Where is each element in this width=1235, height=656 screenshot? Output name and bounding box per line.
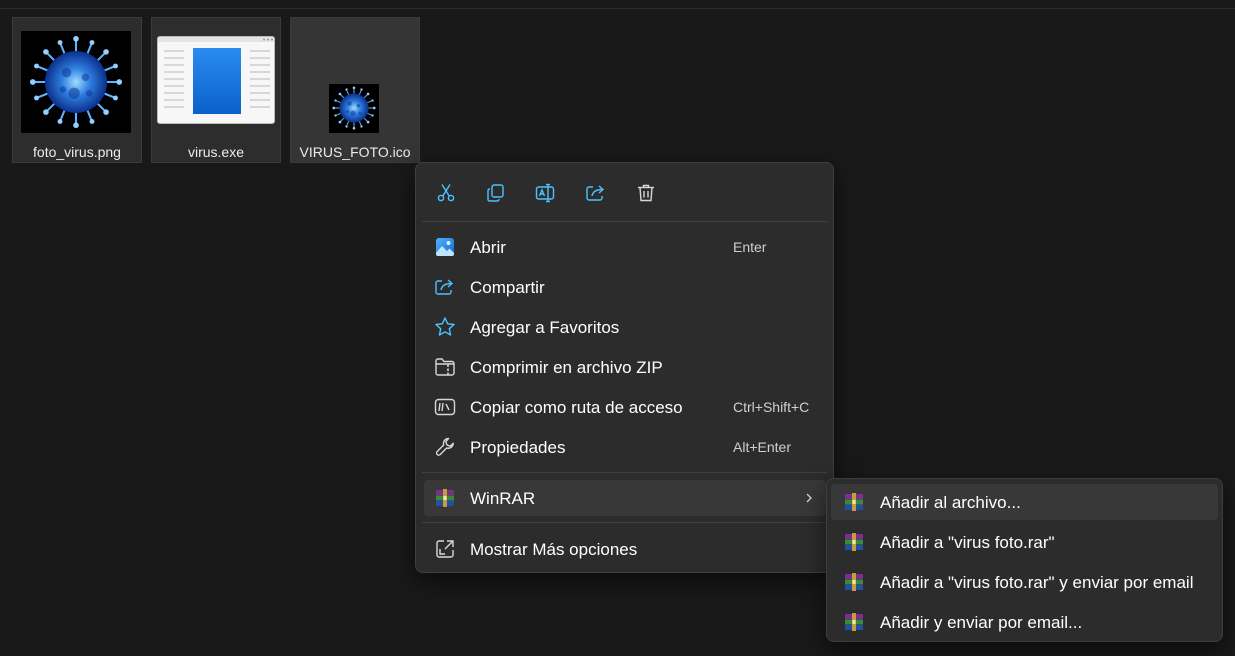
cut-icon [437,184,455,202]
menu-item-shortcut: Enter [733,239,767,255]
file-item-virus-exe[interactable]: virus.exe [151,17,281,163]
menu-item-mostrar-mas-opciones[interactable]: Mostrar Más opciones [424,531,826,567]
submenu-item-anadir-enviar-email[interactable]: Añadir y enviar por email... [831,604,1218,640]
copy-button[interactable] [476,175,516,211]
menu-item-label: Propiedades [470,438,566,457]
winrar-icon [434,487,456,509]
menu-item-comprimir-zip[interactable]: Comprimir en archivo ZIP [424,349,826,385]
winrar-icon [845,493,863,511]
photos-app-icon [434,236,456,258]
top-divider [0,8,1235,9]
menu-item-copiar-ruta[interactable]: Copiar como ruta de acceso Ctrl+Shift+C [424,389,826,425]
context-menu: Abrir Enter Compartir Agregar a Favorito… [415,162,834,573]
menu-item-label: Comprimir en archivo ZIP [470,358,663,377]
menu-item-label: Agregar a Favoritos [470,318,620,337]
virus-icon-thumbnail [329,84,379,133]
rename-icon [535,183,555,203]
submenu-item-label: Añadir a "virus foto.rar" [880,533,1055,552]
file-name: virus.exe [187,144,245,160]
file-item-foto-virus-png[interactable]: foto_virus.png [12,17,142,163]
share-icon [434,276,456,298]
winrar-submenu: Añadir al archivo... Añadir a "virus fot… [826,478,1223,642]
menu-item-shortcut: Alt+Enter [733,439,791,455]
cut-button[interactable] [426,175,466,211]
submenu-item-anadir-virus-foto-rar[interactable]: Añadir a "virus foto.rar" [831,524,1218,560]
submenu-item-label: Añadir y enviar por email... [880,613,1083,632]
menu-item-label: WinRAR [470,489,536,508]
executable-window-thumbnail [157,36,275,124]
star-icon [434,316,456,338]
submenu-item-anadir-archivo[interactable]: Añadir al archivo... [831,484,1218,520]
menu-item-label: Compartir [470,278,545,297]
menu-item-abrir[interactable]: Abrir Enter [424,229,826,265]
path-icon [434,396,456,418]
chevron-right-icon [806,493,812,503]
menu-separator [422,472,827,473]
rename-button[interactable] [526,175,566,211]
winrar-icon [845,573,863,591]
menu-item-label: Mostrar Más opciones [470,540,638,559]
menu-item-winrar[interactable]: WinRAR [424,480,826,516]
menu-item-shortcut: Ctrl+Shift+C [733,399,810,415]
delete-icon [638,184,654,202]
submenu-item-label: Añadir a "virus foto.rar" y enviar por e… [880,573,1194,592]
winrar-icon [845,533,863,551]
menu-item-agregar-favoritos[interactable]: Agregar a Favoritos [424,309,826,345]
menu-item-label: Abrir [470,238,506,257]
file-name: VIRUS_FOTO.ico [299,144,411,160]
submenu-item-anadir-rar-email[interactable]: Añadir a "virus foto.rar" y enviar por e… [831,564,1218,600]
delete-button[interactable] [626,175,666,211]
more-options-icon [434,538,456,560]
share-icon [586,185,605,201]
file-item-virus-foto-ico[interactable]: VIRUS_FOTO.ico [290,17,420,163]
menu-item-compartir[interactable]: Compartir [424,269,826,305]
file-name: foto_virus.png [33,144,121,160]
winrar-icon [845,613,863,631]
submenu-item-label: Añadir al archivo... [880,493,1021,512]
copy-icon [487,184,504,202]
zip-folder-icon [434,356,456,378]
menu-item-propiedades[interactable]: Propiedades Alt+Enter [424,429,826,465]
share-button[interactable] [576,175,616,211]
menu-separator [422,221,827,222]
menu-separator [422,522,827,523]
menu-item-label: Copiar como ruta de acceso [470,398,683,417]
virus-image-thumbnail [21,31,131,133]
wrench-icon [434,436,456,458]
